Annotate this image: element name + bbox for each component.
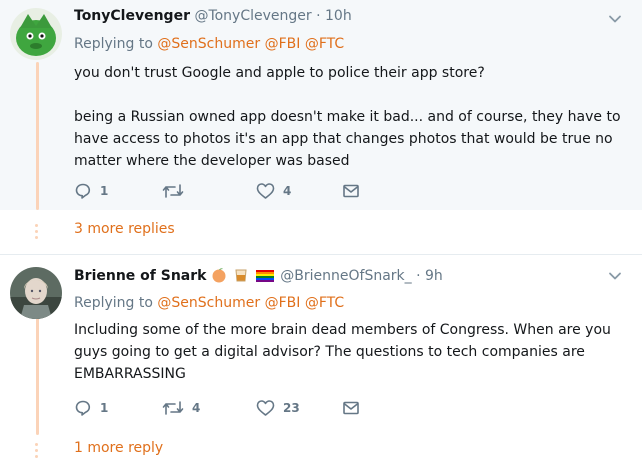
display-name[interactable]: Brienne of Snark bbox=[74, 268, 206, 284]
reply-count: 1 bbox=[100, 184, 109, 198]
thread-line bbox=[36, 62, 39, 210]
thread-dots bbox=[35, 224, 39, 242]
chevron-down-icon[interactable] bbox=[608, 269, 622, 283]
tweet-text: Including some of the more brain dead me… bbox=[74, 319, 629, 385]
tweet-brienneofsnark[interactable]: Brienne of Snark @BrienneOfSnark_ · 9h R… bbox=[0, 255, 642, 435]
envelope-icon bbox=[343, 401, 359, 415]
display-name[interactable]: TonyClevenger bbox=[74, 8, 190, 24]
reply-button[interactable]: 1 bbox=[74, 399, 108, 417]
tweet-paragraph: Including some of the more brain dead me… bbox=[74, 322, 611, 382]
reply-count: 1 bbox=[100, 401, 109, 415]
retweet-button[interactable] bbox=[162, 182, 192, 200]
message-button[interactable] bbox=[342, 399, 360, 417]
message-button[interactable] bbox=[342, 182, 360, 200]
like-count: 4 bbox=[283, 184, 292, 198]
rainbow-flag-icon bbox=[255, 269, 274, 287]
retweet-count: 4 bbox=[192, 401, 201, 415]
mention-link[interactable]: @SenSchumer bbox=[157, 36, 260, 52]
like-button[interactable]: 23 bbox=[256, 399, 300, 417]
thread-dots bbox=[35, 443, 39, 461]
separator: · bbox=[416, 268, 421, 284]
reply-icon bbox=[75, 183, 91, 199]
user-handle[interactable]: @BrienneOfSnark_ bbox=[280, 268, 411, 284]
reply-icon bbox=[75, 400, 91, 416]
retweet-icon bbox=[162, 401, 184, 415]
user-handle[interactable]: @TonyClevenger bbox=[194, 8, 311, 24]
heart-icon bbox=[256, 183, 275, 199]
tweet-text: you don't trust Google and apple to poli… bbox=[74, 62, 629, 172]
timestamp[interactable]: 10h bbox=[325, 8, 352, 24]
retweet-icon bbox=[162, 184, 184, 198]
timestamp[interactable]: 9h bbox=[425, 268, 443, 284]
envelope-icon bbox=[343, 184, 359, 198]
reply-button[interactable]: 1 bbox=[74, 182, 108, 200]
mention-link[interactable]: @FBI bbox=[265, 36, 301, 52]
replying-to-label: Replying to bbox=[74, 36, 153, 52]
drink-emoji-icon bbox=[233, 267, 249, 287]
avatar[interactable] bbox=[10, 8, 62, 60]
like-count: 23 bbox=[283, 401, 300, 415]
replying-to: Replying to @SenSchumer @FBI @FTC bbox=[74, 36, 344, 52]
tweet-paragraph: being a Russian owned app doesn't make i… bbox=[74, 109, 621, 169]
like-button[interactable]: 4 bbox=[256, 182, 291, 200]
replying-to-label: Replying to bbox=[74, 295, 153, 311]
peach-emoji-icon bbox=[211, 267, 227, 287]
tweet-paragraph: you don't trust Google and apple to poli… bbox=[74, 65, 485, 81]
replying-to: Replying to @SenSchumer @FBI @FTC bbox=[74, 295, 344, 311]
thread-line bbox=[36, 317, 39, 435]
show-more-replies-link[interactable]: 1 more reply bbox=[74, 440, 163, 456]
mention-link[interactable]: @SenSchumer bbox=[157, 295, 260, 311]
tweet-header: Brienne of Snark @BrienneOfSnark_ · 9h bbox=[74, 267, 443, 287]
retweet-button[interactable]: 4 bbox=[162, 399, 200, 417]
mention-link[interactable]: @FTC bbox=[305, 295, 344, 311]
mention-link[interactable]: @FBI bbox=[265, 295, 301, 311]
chevron-down-icon[interactable] bbox=[608, 12, 622, 26]
mention-link[interactable]: @FTC bbox=[305, 36, 344, 52]
avatar[interactable] bbox=[10, 267, 62, 319]
tweet-tonyclevenger[interactable]: TonyClevenger @TonyClevenger · 10h Reply… bbox=[0, 0, 642, 210]
separator: · bbox=[316, 8, 321, 24]
show-more-replies-link[interactable]: 3 more replies bbox=[74, 221, 175, 237]
heart-icon bbox=[256, 400, 275, 416]
tweet-header: TonyClevenger @TonyClevenger · 10h bbox=[74, 8, 352, 24]
